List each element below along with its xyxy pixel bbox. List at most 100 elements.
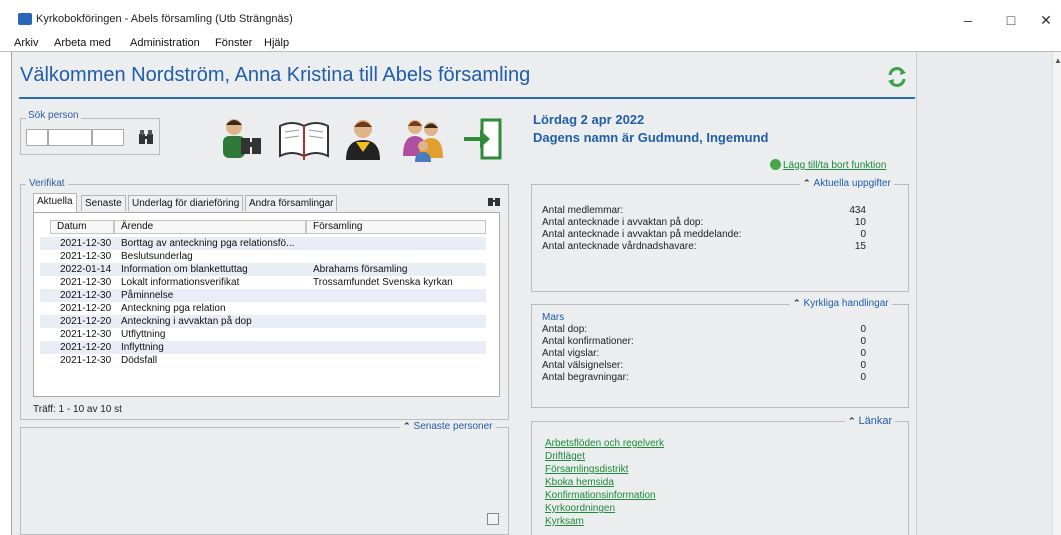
- menu-arkiv[interactable]: Arkiv: [14, 37, 38, 49]
- senaste-personer-group: [20, 427, 509, 535]
- link-driftlaget[interactable]: Driftläget: [545, 451, 585, 462]
- table-cell-date: 2021-12-30: [60, 329, 112, 340]
- link-forsamlingsdistrikt[interactable]: Församlingsdistrikt: [545, 464, 628, 475]
- tab-andra-forsamlingar[interactable]: Andra församlingar: [245, 195, 338, 211]
- window-title: Kyrkobokföringen - Abels församling (Utb…: [36, 13, 293, 25]
- column-header-arende[interactable]: Ärende: [114, 220, 306, 234]
- maximize-button[interactable]: □: [1001, 10, 1021, 30]
- stat-value: 0: [860, 229, 866, 240]
- menu-fonster[interactable]: Fönster: [215, 37, 252, 49]
- collapse-icon[interactable]: ⌃: [793, 298, 801, 309]
- search-binoculars-icon[interactable]: [138, 128, 154, 146]
- menu-arbeta-med[interactable]: Arbeta med: [54, 37, 111, 49]
- table-row[interactable]: 2021-12-30 Påminnelse: [40, 289, 486, 302]
- app-icon: [18, 13, 32, 25]
- tab-senaste[interactable]: Senaste: [81, 195, 126, 211]
- link-kyrkoordningen[interactable]: Kyrkoordningen: [545, 503, 615, 514]
- book-icon[interactable]: [278, 116, 330, 162]
- namnsdag-text: Dagens namn är Gudmund, Ingemund: [533, 130, 769, 145]
- stat-value: 0: [860, 348, 866, 359]
- column-header-forsamling[interactable]: Församling: [306, 220, 486, 234]
- table-cell-arende: Påminnelse: [121, 290, 174, 301]
- table-cell-arende: Anteckning i avvaktan på dop: [121, 316, 252, 327]
- table-cell-date: 2021-12-20: [60, 316, 112, 327]
- title-bar: Kyrkobokföringen - Abels församling (Utb…: [0, 0, 1061, 34]
- table-row[interactable]: 2021-12-30 Utflyttning: [40, 328, 486, 341]
- table-cell-date: 2022-01-14: [60, 264, 112, 275]
- stat-value: 15: [854, 241, 866, 252]
- table-row[interactable]: 2021-12-30 Dödsfall: [40, 354, 486, 367]
- stat-label: Antal konfirmationer:: [542, 336, 634, 347]
- close-button[interactable]: ✕: [1036, 10, 1056, 30]
- link-kyrksam[interactable]: Kyrksam: [545, 516, 584, 527]
- stat-value: 10: [854, 217, 866, 228]
- stat-value: 434: [849, 205, 866, 216]
- collapse-icon[interactable]: ⌃: [848, 416, 856, 427]
- personnummer-field-3[interactable]: [92, 129, 124, 146]
- month-label: Mars: [542, 312, 565, 323]
- tab-aktuella[interactable]: Aktuella: [33, 193, 77, 212]
- stat-label: Antal dop:: [542, 324, 588, 335]
- table-row[interactable]: 2021-12-20 Anteckning pga relation: [40, 302, 486, 315]
- refresh-icon[interactable]: [886, 66, 908, 88]
- menu-hjalp[interactable]: Hjälp: [264, 37, 289, 49]
- table-row[interactable]: 2021-12-30 Lokalt informationsverifikat Tr…: [40, 276, 486, 289]
- scroll-up-icon[interactable]: ▲: [1054, 56, 1061, 65]
- table-cell-date: 2021-12-30: [60, 238, 112, 249]
- stat-label: Antal medlemmar:: [542, 205, 624, 216]
- table-cell-arende: Dödsfall: [121, 355, 158, 366]
- aktuella-uppgifter-header[interactable]: ⌃ Aktuella uppgifter: [800, 178, 894, 189]
- menu-bar: Arkiv Arbeta med Administration Fönster …: [0, 34, 1061, 52]
- kyrkliga-handlingar-header[interactable]: ⌃ Kyrkliga handlingar: [790, 298, 892, 309]
- stat-value: 0: [860, 360, 866, 371]
- add-remove-function-link[interactable]: Lägg till/ta bort funktion: [783, 160, 886, 171]
- link-kboka-hemsida[interactable]: Kbokа hemsida: [545, 477, 614, 488]
- add-icon[interactable]: [770, 159, 781, 170]
- expand-icon[interactable]: [487, 513, 499, 525]
- column-header-datum[interactable]: Datum: [50, 220, 114, 234]
- exit-door-icon[interactable]: [460, 116, 506, 162]
- collapse-icon[interactable]: ⌃: [803, 178, 811, 189]
- table-row[interactable]: 2022-01-14 Information om blankettuttag Ab…: [40, 263, 486, 276]
- minimize-button[interactable]: –: [958, 10, 978, 30]
- table-cell-date: 2021-12-20: [60, 342, 112, 353]
- page-title: Välkommen Nordström, Anna Kristina till …: [20, 64, 531, 86]
- table-cell-arende: Beslutsunderlag: [121, 251, 193, 262]
- table-cell-arende: Lokalt informationsverifikat: [121, 277, 240, 288]
- table-cell-date: 2021-12-30: [60, 290, 112, 301]
- tab-underlag[interactable]: Underlag för diarieföring: [128, 195, 244, 211]
- table-row[interactable]: 2021-12-20 Anteckning i avvaktan på dop: [40, 315, 486, 328]
- stat-label: Antal antecknade i avvaktan på meddeland…: [542, 229, 742, 240]
- senaste-personer-header[interactable]: ⌃ Senaste personer: [400, 421, 496, 432]
- table-row[interactable]: 2021-12-20 Inflyttning: [40, 341, 486, 354]
- table-cell-date: 2021-12-30: [60, 355, 112, 366]
- stat-value: 0: [860, 324, 866, 335]
- person-search-icon[interactable]: [219, 116, 265, 162]
- table-row[interactable]: 2021-12-30 Beslutsunderlag: [40, 250, 486, 263]
- stat-label: Antal antecknade i avvaktan på dop:: [542, 217, 704, 228]
- sok-person-label: Sök person: [26, 110, 81, 121]
- table-cell-arende: Information om blankettuttag: [121, 264, 248, 275]
- table-cell-arende: Utflyttning: [121, 329, 166, 340]
- header-divider: [19, 97, 915, 99]
- family-icon[interactable]: [400, 116, 446, 162]
- search-binoculars-icon[interactable]: [488, 195, 500, 207]
- menu-administration[interactable]: Administration: [130, 37, 200, 49]
- stat-value: 0: [860, 372, 866, 383]
- link-arbetsfloden[interactable]: Arbetsflöden och regelverk: [545, 438, 664, 449]
- table-row[interactable]: 2021-12-30 Borttag av anteckning pga rela…: [40, 237, 486, 250]
- stat-label: Antal antecknade vårdnadshavare:: [542, 241, 697, 252]
- stat-label: Antal begravningar:: [542, 372, 629, 383]
- collapse-icon[interactable]: ⌃: [403, 421, 411, 432]
- table-cell-forsamling: Abrahams församling: [313, 264, 408, 275]
- table-cell-forsamling: Trossamfundet Svenska kyrkan: [313, 277, 453, 288]
- link-konfirmationsinformation[interactable]: Konfirmationsinformation: [545, 490, 656, 501]
- stat-value: 0: [860, 336, 866, 347]
- table-cell-arende: Anteckning pga relation: [121, 303, 226, 314]
- personnummer-field-1[interactable]: [26, 129, 48, 146]
- current-date: Lördag 2 apr 2022: [533, 112, 645, 127]
- lankar-header[interactable]: ⌃ Länkar: [845, 415, 896, 427]
- person-icon[interactable]: [340, 116, 386, 162]
- vertical-scrollbar[interactable]: ▲: [1052, 52, 1061, 535]
- personnummer-field-2[interactable]: [48, 129, 92, 146]
